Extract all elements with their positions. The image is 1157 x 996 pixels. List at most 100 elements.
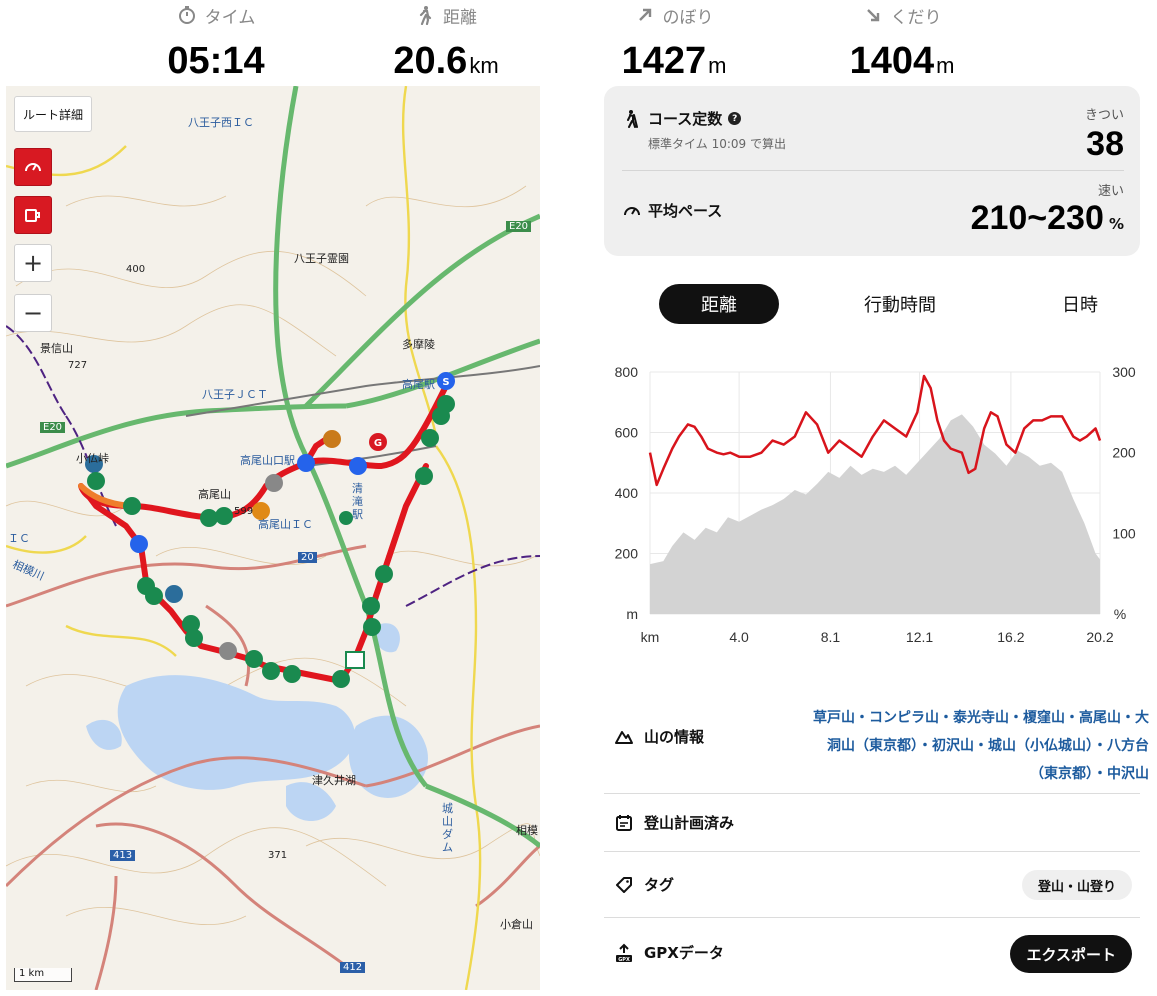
pace-label: 速い — [1097, 184, 1124, 199]
stat-distance-value: 20.6km — [336, 42, 556, 80]
pace-value: 210~230 — [970, 199, 1104, 237]
map-label-hachioji-jct: 八王子ＪＣＴ — [202, 388, 268, 401]
stat-descent-value: 1404m — [792, 42, 1012, 80]
map-label-r412: 412 — [340, 962, 366, 973]
walker-icon — [419, 6, 432, 25]
map-label-ic-left: ＩＣ — [8, 532, 30, 545]
svg-text:G: G — [374, 438, 382, 449]
plan-row[interactable]: 登山計画済み — [604, 793, 1140, 851]
map-label-kiyotaki-eki: 清滝駅 — [352, 482, 363, 521]
tab-distance[interactable]: 距離 — [659, 284, 779, 324]
map-label-kagenobu: 景信山 — [40, 342, 73, 355]
tab-moving-time[interactable]: 行動時間 — [840, 284, 960, 324]
map-label-tamaryo: 多摩陵 — [402, 338, 435, 351]
x-tick-label: 16.2 — [997, 629, 1024, 645]
difficulty-label: きつい — [1084, 108, 1124, 123]
x-tick-label: 8.1 — [821, 629, 841, 645]
stat-time-value: 05:14 — [167, 40, 265, 82]
map-label-sagami-right: 相模 — [516, 824, 538, 837]
map-label-e20-right: E20 — [506, 221, 532, 232]
stat-distance-number: 20.6 — [393, 40, 468, 82]
tab-datetime[interactable]: 日時 — [1030, 284, 1130, 324]
map-label-h599: 599 — [234, 506, 254, 517]
map-scale: 1 km — [14, 968, 72, 982]
zoom-in-button[interactable]: + — [14, 244, 52, 282]
course-constant-title: コース定数 — [648, 110, 723, 128]
map-label-e20-left: E20 — [40, 422, 66, 433]
course-constant-value: 38 — [1086, 125, 1124, 163]
tag-icon — [616, 876, 632, 893]
y-left-tick-label: 800 — [615, 364, 639, 380]
pace-unit: % — [1108, 215, 1124, 233]
speedometer-icon — [25, 163, 41, 172]
x-tick-label: km — [641, 629, 660, 645]
map-label-takao-eki: 高尾駅 — [402, 378, 435, 391]
map-label-tsukui: 津久井湖 — [312, 774, 356, 787]
plan-label: 登山計画済み — [644, 814, 735, 832]
y-left-tick-label: m — [626, 606, 638, 622]
elevation-chart: 800 600 400 200 m 300 200 100% km 4.0 8.1 12.1 16.2 2… — [615, 364, 1136, 645]
help-icon[interactable]: ? — [728, 112, 742, 125]
map-label-takaosan: 高尾山 — [198, 488, 231, 501]
stat-ascent-label: のぼり — [662, 7, 714, 28]
stat-ascent: のぼり 1427m — [564, 0, 784, 81]
mountain-list-line[interactable]: 洞山（東京都）・初沢山・城山（小仏城山）・八方台 — [757, 732, 1149, 760]
zoom-out-button[interactable]: − — [14, 294, 52, 332]
svg-text:S: S — [442, 377, 449, 388]
export-button[interactable]: エクスポート — [1010, 935, 1132, 973]
mountains-row-label: 山の情報 — [614, 726, 704, 747]
mountain-list-line[interactable]: （東京都）・中沢山 — [757, 760, 1149, 788]
stat-descent-number: 1404 — [849, 40, 935, 82]
tag-label: タグ — [644, 876, 675, 894]
y-left-tick-label: 200 — [615, 546, 639, 562]
stat-descent-unit: m — [936, 53, 955, 78]
stopwatch-icon — [178, 6, 195, 24]
course-standard-time: 標準タイム 10:09 で算出 — [648, 137, 786, 151]
map-label-takaosanguchi-eki: 高尾山口駅 — [240, 454, 295, 467]
y-right-tick-label: % — [1114, 606, 1126, 622]
pace-toggle-button[interactable] — [14, 148, 52, 186]
rest-toggle-button[interactable] — [14, 196, 52, 234]
mountains-label: 山の情報 — [644, 728, 705, 746]
cup-icon — [25, 209, 40, 222]
hiker-icon — [627, 109, 638, 128]
route-detail-button[interactable]: ルート詳細 — [14, 96, 92, 132]
calendar-icon — [616, 814, 632, 831]
stat-ascent-number: 1427 — [621, 40, 707, 82]
map-label-hachioji-reien: 八王子霊園 — [294, 252, 349, 265]
course-card: コース定数 ? 標準タイム 10:09 で算出 きつい 38 平均ペース 速い … — [604, 86, 1140, 256]
y-left-tick-label: 400 — [615, 485, 639, 501]
map-label-h727: 727 — [68, 360, 88, 371]
mountain-list[interactable]: 草戸山・コンピラ山・泰光寺山・榎窪山・高尾山・大 洞山（東京都）・初沢山・城山（… — [757, 704, 1149, 788]
svg-text:GPX: GPX — [618, 957, 630, 963]
stat-distance-unit: km — [469, 53, 499, 78]
stat-descent-label: くだり — [890, 7, 942, 28]
y-right-tick-label: 100 — [1112, 525, 1136, 541]
map-label-h400: 400 — [126, 264, 146, 275]
tag-chip[interactable]: 登山・山登り — [1021, 870, 1132, 900]
gpx-upload-icon: GPX — [616, 943, 632, 963]
y-right-tick-label: 300 — [1112, 364, 1136, 380]
stat-ascent-unit: m — [708, 53, 727, 78]
stat-distance: 距離 20.6km — [336, 0, 556, 80]
stat-descent: くだり 1404m — [792, 0, 1012, 81]
card-divider — [622, 170, 1124, 171]
stat-ascent-value: 1427m — [564, 42, 784, 80]
stat-distance-label: 距離 — [443, 7, 477, 28]
y-right-tick-label: 200 — [1112, 445, 1136, 461]
x-tick-label: 20.2 — [1086, 629, 1113, 645]
gpx-row: GPX GPXデータ エクスポート — [604, 917, 1140, 990]
gpx-label: GPXデータ — [644, 944, 724, 962]
route-map[interactable]: S G 八王子西ＩＣ 八王子霊園 多摩陵 八王子ＪＣＴ 景信山 727 E20 … — [6, 86, 540, 990]
elevation-area — [650, 414, 1100, 614]
map-label-takaosan-ic: 高尾山ＩＣ — [258, 518, 313, 531]
y-left-tick-label: 600 — [615, 425, 639, 441]
map-label-shiroyama-dam: 城山ダム — [442, 802, 453, 854]
map-label-kobotoke: 小仏峠 — [76, 452, 109, 465]
stat-time: タイム 05:14 — [106, 0, 326, 80]
gauge-icon — [624, 206, 640, 215]
map-label-r20: 20 — [298, 552, 317, 563]
mountain-icon — [615, 730, 633, 744]
map-label-h371: 371 — [268, 850, 288, 861]
mountain-list-line[interactable]: 草戸山・コンピラ山・泰光寺山・榎窪山・高尾山・大 — [757, 704, 1149, 732]
